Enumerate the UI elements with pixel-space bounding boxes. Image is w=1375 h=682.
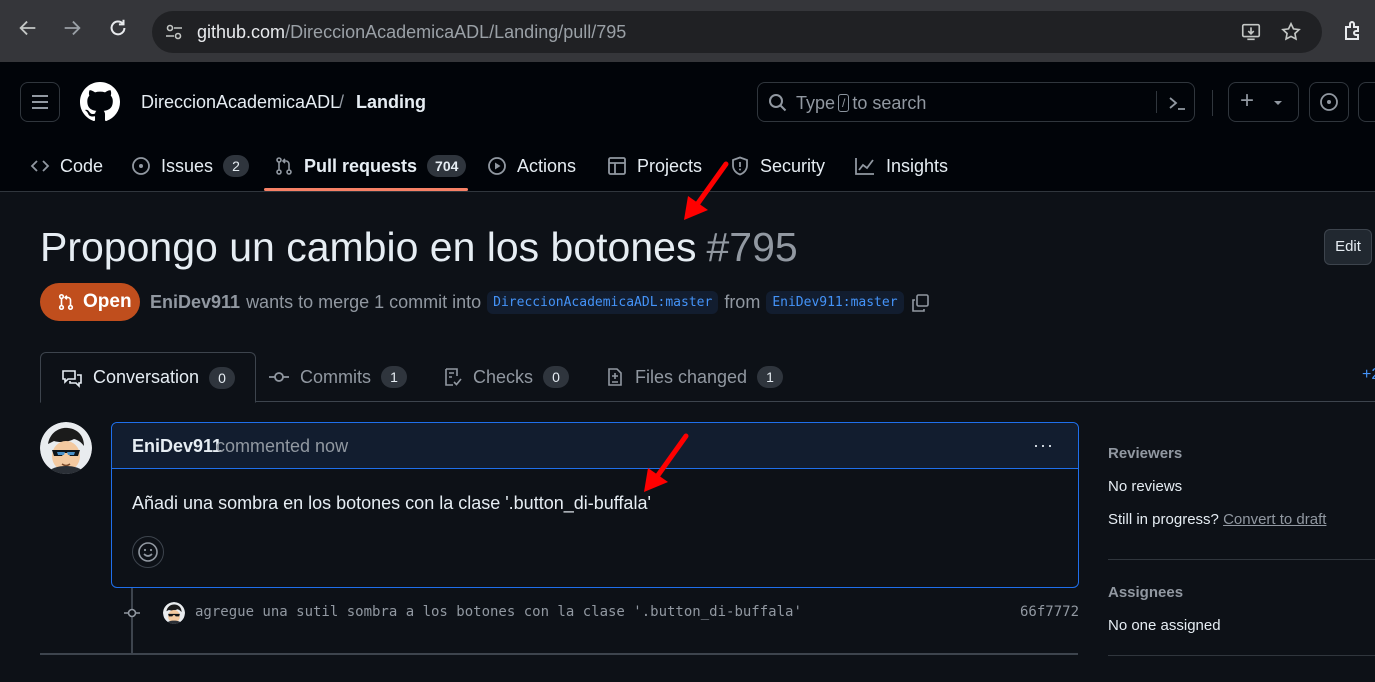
search-placeholder: Type / to search	[796, 93, 927, 113]
browser-toolbar: github.com/DireccionAcademicaADL/Landing…	[0, 0, 1375, 62]
search-icon	[769, 94, 787, 112]
annotation-arrow-icon	[684, 161, 729, 220]
sidebar-divider	[1108, 559, 1375, 560]
issues-count: 2	[223, 155, 250, 177]
menu-button[interactable]	[20, 82, 60, 122]
edit-button[interactable]: Edit	[1324, 229, 1372, 265]
tab-security[interactable]: Security	[730, 152, 825, 180]
commit-sha[interactable]: 66f7772	[1020, 604, 1079, 620]
user-avatar-icon	[163, 602, 185, 624]
file-diff-icon	[608, 368, 622, 386]
author-link[interactable]: EniDev911	[150, 292, 240, 313]
breadcrumb-separator: /	[339, 92, 345, 112]
tab-issues[interactable]: Issues 2	[131, 152, 250, 180]
issue-icon	[132, 157, 150, 175]
create-new-button[interactable]: +	[1228, 82, 1299, 122]
pr-meta: EniDev911 wants to merge 1 commit into D…	[150, 291, 930, 314]
tab-actions[interactable]: Actions	[487, 152, 576, 180]
tab-pull-requests[interactable]: Pull requests 704	[274, 152, 467, 180]
tab-checks[interactable]: Checks 0	[443, 352, 570, 402]
pull-requests-button[interactable]	[1358, 82, 1375, 122]
comment-box: EniDev911 commented now ··· Añadi una so…	[111, 422, 1079, 588]
tab-insights[interactable]: Insights	[854, 152, 948, 180]
user-avatar-icon	[40, 422, 92, 474]
pull-request-icon	[276, 157, 292, 175]
reviewers-heading[interactable]: Reviewers	[1108, 445, 1182, 462]
commit-message[interactable]: agregue una sutil sombra a los botones c…	[195, 604, 802, 620]
convert-to-draft-link[interactable]: Convert to draft	[1223, 511, 1326, 528]
add-reaction-button[interactable]	[132, 536, 164, 568]
comment-body: Añadi una sombra en los botones con la c…	[132, 493, 651, 513]
page-title: Propongo un cambio en los botones #795	[40, 224, 798, 271]
forward-icon[interactable]	[58, 17, 86, 45]
checklist-icon	[445, 368, 462, 386]
address-bar[interactable]: github.com/DireccionAcademicaADL/Landing…	[152, 11, 1322, 53]
hamburger-icon	[32, 95, 48, 109]
divider	[40, 653, 1078, 655]
site-info-icon[interactable]	[164, 22, 184, 42]
comment-time[interactable]: commented now	[216, 436, 348, 457]
commit-icon	[124, 608, 140, 618]
install-app-icon[interactable]	[1240, 21, 1262, 43]
pull-request-icon	[58, 293, 74, 311]
url-text: github.com/DireccionAcademicaADL/Landing…	[197, 22, 627, 42]
issue-opened-icon	[1320, 93, 1338, 111]
sidebar-divider	[1108, 655, 1375, 656]
commit-avatar[interactable]	[163, 602, 185, 624]
bookmark-star-icon[interactable]	[1280, 21, 1302, 43]
copy-icon[interactable]	[910, 293, 930, 313]
draft-prompt: Still in progress? Convert to draft	[1108, 511, 1327, 528]
conversation-count: 0	[209, 366, 236, 389]
pr-tabs: Conversation 0 Commits 1 Checks 0 Files cha…	[40, 352, 1375, 403]
comment-discussion-icon	[62, 369, 82, 388]
shield-icon	[732, 156, 748, 176]
checks-count: 0	[543, 366, 570, 388]
back-icon[interactable]	[14, 17, 42, 45]
assignees-heading[interactable]: Assignees	[1108, 584, 1183, 601]
comment-header: EniDev911 commented now ···	[112, 423, 1078, 469]
search-input[interactable]: Type / to search	[757, 82, 1195, 122]
plus-icon: +	[1240, 87, 1255, 114]
github-logo-icon[interactable]	[80, 82, 120, 122]
tab-files-changed[interactable]: Files changed 1	[605, 352, 784, 402]
command-palette-icon[interactable]	[1166, 92, 1188, 114]
reload-icon[interactable]	[104, 17, 132, 45]
files-changed-count: 1	[757, 366, 784, 388]
extensions-icon[interactable]	[1341, 19, 1365, 43]
issues-button[interactable]	[1309, 82, 1349, 122]
play-icon	[488, 157, 506, 175]
merge-text: wants to merge 1 commit into	[246, 292, 482, 312]
tab-code[interactable]: Code	[30, 152, 103, 180]
smiley-icon	[138, 542, 158, 562]
annotation-arrow-icon	[644, 433, 689, 492]
base-branch[interactable]: DireccionAcademicaADL:master	[487, 291, 719, 314]
commit-icon	[269, 372, 289, 382]
reviewers-value: No reviews	[1108, 478, 1183, 495]
chevron-down-icon	[1274, 101, 1282, 105]
assignees-value: No one assigned	[1108, 617, 1221, 634]
timeline-line	[131, 588, 133, 654]
head-branch[interactable]: EniDev911:master	[766, 291, 904, 314]
kebab-menu-icon[interactable]: ···	[1033, 435, 1054, 456]
pr-number: #795	[706, 224, 798, 270]
pr-title: Propongo un cambio en los botones	[40, 224, 697, 270]
tab-conversation[interactable]: Conversation 0	[40, 352, 257, 403]
state-badge: Open	[40, 283, 140, 321]
comment-author[interactable]: EniDev911	[132, 436, 222, 457]
commits-count: 1	[381, 366, 407, 388]
table-icon	[608, 157, 626, 175]
diff-stat: +2	[1362, 366, 1375, 383]
code-icon	[30, 160, 50, 172]
avatar[interactable]	[40, 422, 92, 474]
selected-tab-indicator	[264, 188, 468, 191]
from-text: from	[724, 292, 761, 312]
owner-link[interactable]: DireccionAcademicaADL	[141, 92, 340, 113]
repo-link[interactable]: Landing	[356, 92, 426, 113]
tab-commits[interactable]: Commits 1	[268, 352, 407, 402]
graph-icon	[855, 158, 874, 175]
pull-requests-count: 704	[427, 155, 467, 177]
